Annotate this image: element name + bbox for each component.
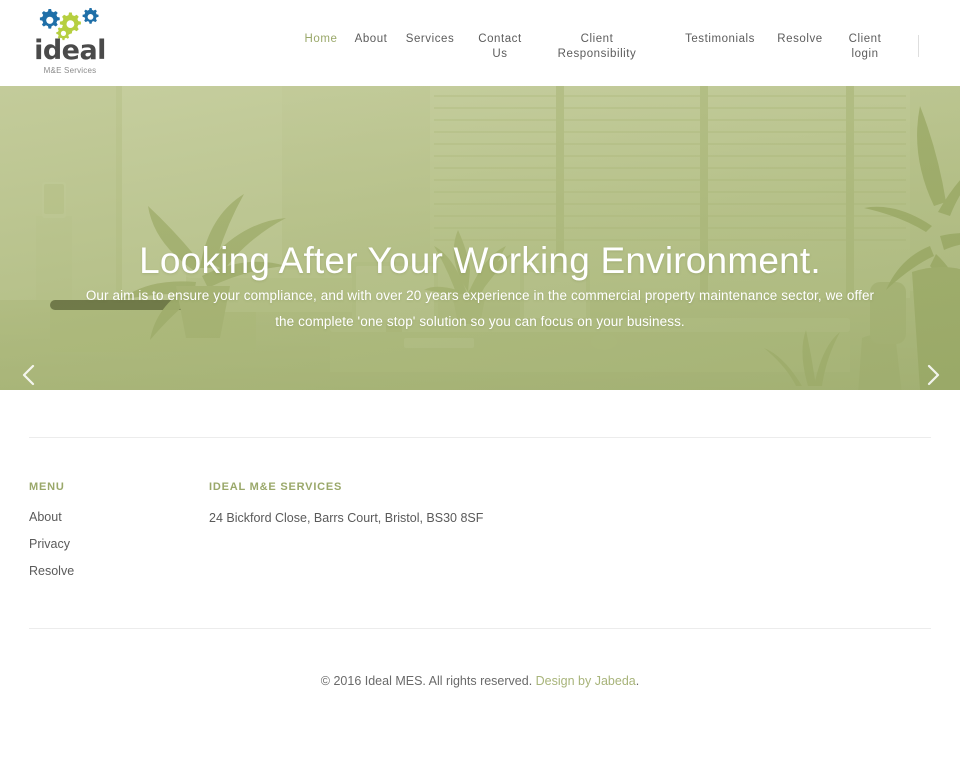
footer-menu-column: MENU About Privacy Resolve bbox=[29, 480, 189, 591]
design-credit-link[interactable]: Design by Jabeda bbox=[536, 674, 636, 688]
nav-item-about[interactable]: About bbox=[344, 32, 398, 47]
hero-subtitle: Our aim is to ensure your compliance, an… bbox=[85, 287, 875, 329]
brand-wordmark: ideal bbox=[34, 35, 106, 66]
site-footer: MENU About Privacy Resolve IDEAL M&E SER… bbox=[0, 390, 960, 758]
footer-company-column: IDEAL M&E SERVICES 24 Bickford Close, Ba… bbox=[209, 480, 629, 526]
carousel-next-button[interactable] bbox=[916, 358, 950, 390]
hero-content: Looking After Your Working Environment. … bbox=[0, 86, 960, 390]
brand-tagline: M&E Services bbox=[43, 66, 97, 75]
nav-item-contact-us[interactable]: Contact Us bbox=[469, 32, 531, 62]
footer-link-resolve[interactable]: Resolve bbox=[29, 564, 189, 578]
nav-item-home[interactable]: Home bbox=[298, 32, 344, 47]
carousel-prev-button[interactable] bbox=[12, 358, 46, 390]
footer-divider-bottom bbox=[29, 628, 931, 629]
copyright-text: © 2016 Ideal MES. All rights reserved. bbox=[320, 674, 536, 688]
site-header: ideal M&E Services Home About Services C… bbox=[0, 0, 960, 86]
chevron-left-icon bbox=[22, 364, 35, 386]
footer-company-address: 24 Bickford Close, Barrs Court, Bristol,… bbox=[209, 511, 484, 525]
footer-copyright: © 2016 Ideal MES. All rights reserved. D… bbox=[0, 673, 960, 689]
main-navigation: Home About Services Contact Us Client Re… bbox=[285, 32, 925, 76]
nav-item-services[interactable]: Services bbox=[396, 32, 464, 47]
hero-slider: Looking After Your Working Environment. … bbox=[0, 86, 960, 390]
brand-logo[interactable]: ideal M&E Services bbox=[31, 6, 109, 80]
page-root: ideal M&E Services Home About Services C… bbox=[0, 0, 960, 758]
footer-company-heading: IDEAL M&E SERVICES bbox=[209, 481, 343, 493]
nav-item-client-responsibility[interactable]: Client Responsibility bbox=[549, 32, 645, 62]
footer-menu-heading: MENU bbox=[29, 481, 65, 493]
nav-divider bbox=[918, 35, 919, 57]
nav-item-resolve[interactable]: Resolve bbox=[770, 32, 830, 47]
footer-link-privacy[interactable]: Privacy bbox=[29, 537, 189, 551]
nav-item-client-login[interactable]: Client login bbox=[835, 32, 895, 62]
footer-link-about[interactable]: About bbox=[29, 510, 189, 524]
hero-title: Looking After Your Working Environment. bbox=[139, 239, 821, 281]
chevron-right-icon bbox=[927, 364, 940, 386]
nav-item-testimonials[interactable]: Testimonials bbox=[675, 32, 765, 47]
footer-divider-top bbox=[29, 437, 931, 438]
copyright-suffix: . bbox=[635, 674, 640, 688]
